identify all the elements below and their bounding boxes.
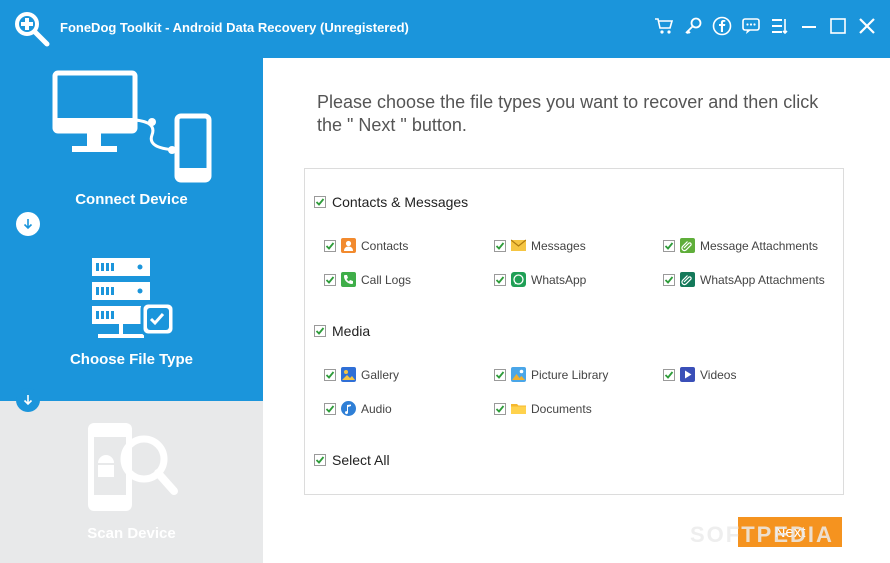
menu-icon[interactable] — [769, 15, 791, 37]
item-contacts[interactable]: Contacts — [324, 238, 408, 253]
checkbox-media[interactable] — [314, 325, 326, 337]
checkbox-whatsapp-attachments[interactable] — [663, 273, 675, 286]
watermark-text: SOFTPEDIA — [690, 522, 834, 547]
step-label-scan-device: Scan Device — [87, 525, 176, 542]
checkbox-whatsapp[interactable] — [494, 273, 506, 286]
checkbox-picture-library[interactable] — [494, 368, 506, 381]
item-label-whatsapp-attachments: WhatsApp Attachments — [700, 272, 825, 287]
select-all-label: Select All — [332, 452, 390, 468]
cart-icon[interactable] — [653, 15, 675, 37]
audio-icon — [341, 401, 356, 416]
maximize-icon[interactable] — [827, 15, 849, 37]
whatsapp-icon — [511, 272, 526, 287]
file-type-server-icon — [92, 258, 176, 338]
item-label-messages: Messages — [531, 238, 586, 253]
contacts-icon — [341, 238, 356, 253]
group-label-media: Media — [332, 323, 371, 339]
item-label-message-attachments: Message Attachments — [700, 238, 819, 253]
video-icon — [680, 367, 695, 382]
chat-icon[interactable] — [740, 15, 762, 37]
group-label-contacts-messages: Contacts & Messages — [332, 194, 469, 210]
group-contacts-messages[interactable]: Contacts & Messages — [314, 194, 468, 210]
item-gallery[interactable]: Gallery — [324, 367, 399, 382]
checkbox-contacts[interactable] — [324, 239, 336, 252]
file-types-panel: Contacts & Messages Contacts Messages Me… — [304, 168, 844, 495]
title-bar: FoneDog Toolkit - Android Data Recovery … — [0, 0, 890, 58]
step-scan-device: Scan Device — [0, 401, 263, 563]
checkbox-audio[interactable] — [324, 402, 336, 415]
item-label-picture-library: Picture Library — [531, 367, 609, 382]
checkbox-select-all[interactable] — [314, 454, 326, 466]
close-icon[interactable] — [856, 15, 878, 37]
window-title: FoneDog Toolkit - Android Data Recovery … — [60, 20, 409, 35]
item-call-logs[interactable]: Call Logs — [324, 272, 411, 287]
step-label-connect-device: Connect Device — [75, 191, 188, 208]
app-logo-icon — [15, 12, 50, 47]
main-content: Please choose the file types you want to… — [263, 58, 890, 563]
step-choose-file-type: Choose File Type — [0, 248, 263, 398]
item-label-call-logs: Call Logs — [361, 272, 412, 287]
whatsapp-attachment-icon — [680, 272, 695, 287]
gallery-icon — [341, 367, 356, 382]
checkbox-call-logs[interactable] — [324, 273, 336, 286]
item-label-contacts: Contacts — [361, 238, 409, 253]
item-whatsapp[interactable]: WhatsApp — [494, 272, 586, 287]
checkbox-message-attachments[interactable] — [663, 239, 675, 252]
arrow-down-icon — [16, 212, 40, 236]
item-message-attachments[interactable]: Message Attachments — [663, 238, 818, 253]
picture-library-icon — [511, 367, 526, 382]
key-icon[interactable] — [682, 15, 704, 37]
instructions-text: Please choose the file types you want to… — [317, 92, 819, 135]
checkbox-videos[interactable] — [663, 368, 675, 381]
checkbox-messages[interactable] — [494, 239, 506, 252]
item-whatsapp-attachments[interactable]: WhatsApp Attachments — [663, 272, 825, 287]
item-picture-library[interactable]: Picture Library — [494, 367, 608, 382]
item-label-documents: Documents — [531, 401, 592, 416]
step-label-choose-file-type: Choose File Type — [69, 351, 194, 368]
folder-icon — [511, 404, 526, 414]
item-label-whatsapp: WhatsApp — [531, 272, 587, 287]
arrow-down-icon — [16, 388, 40, 412]
attachment-icon — [680, 238, 695, 253]
group-media[interactable]: Media — [314, 323, 370, 339]
checkbox-documents[interactable] — [494, 402, 506, 415]
checkbox-gallery[interactable] — [324, 368, 336, 381]
sidebar: Connect Device Choose File Type Scan Dev… — [0, 58, 263, 563]
item-label-videos: Videos — [700, 367, 737, 382]
facebook-icon[interactable] — [711, 15, 733, 37]
minimize-icon[interactable] — [798, 15, 820, 37]
connect-device-icon — [52, 70, 212, 183]
checkbox-contacts-messages[interactable] — [314, 196, 326, 208]
messages-icon — [511, 239, 526, 251]
item-messages[interactable]: Messages — [494, 238, 586, 253]
item-label-audio: Audio — [361, 401, 392, 416]
item-documents[interactable]: Documents — [494, 401, 592, 416]
select-all[interactable]: Select All — [314, 452, 390, 468]
step-connect-device: Connect Device — [0, 58, 263, 218]
scan-device-icon — [88, 423, 178, 511]
phone-icon — [341, 272, 356, 287]
item-label-gallery: Gallery — [361, 367, 400, 382]
item-audio[interactable]: Audio — [324, 401, 392, 416]
item-videos[interactable]: Videos — [663, 367, 736, 382]
